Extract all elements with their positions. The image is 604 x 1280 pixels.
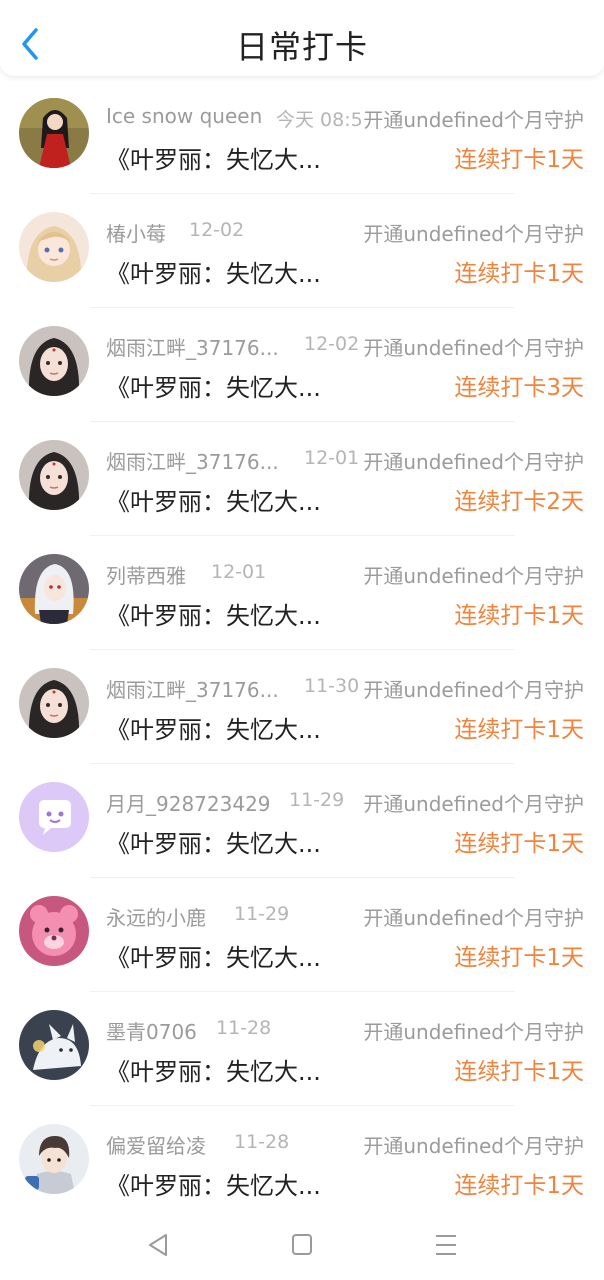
checkin-streak: 连续打卡1天: [454, 945, 584, 971]
nav-menu-button[interactable]: [426, 1226, 466, 1266]
guard-status: 开通undefined个月守护: [361, 446, 584, 475]
user-name[interactable]: 月月_928723429: [106, 788, 271, 817]
checkin-streak: 连续打卡1天: [454, 1173, 584, 1199]
list-item[interactable]: 列蒂西雅 12-01 开通undefined个月守护 《叶罗丽：失忆大... 连…: [0, 536, 604, 650]
guard-status: 开通undefined个月守护: [361, 560, 584, 589]
avatar[interactable]: [19, 212, 89, 282]
avatar[interactable]: [19, 1010, 89, 1080]
list-item[interactable]: Ice snow queen 今天 08:57 开通undefined个月守护 …: [0, 80, 604, 194]
user-name[interactable]: 墨青0706: [106, 1016, 197, 1045]
checkin-date: 11-29: [234, 903, 290, 925]
book-title[interactable]: 《叶罗丽：失忆大...: [106, 1052, 321, 1087]
avatar[interactable]: [19, 896, 89, 966]
header-bar: 日常打卡: [0, 0, 604, 76]
guard-status: 开通undefined个月守护: [361, 104, 584, 133]
checkin-date: 12-01: [211, 561, 267, 583]
list-item[interactable]: 月月_928723429 11-29 开通undefined个月守护 《叶罗丽：…: [0, 764, 604, 878]
user-name[interactable]: 永远的小鹿: [106, 902, 206, 931]
guard-status: 开通undefined个月守护: [361, 674, 584, 703]
user-name[interactable]: Ice snow queen: [106, 104, 262, 128]
checkin-date: 11-28: [216, 1017, 272, 1039]
avatar[interactable]: [19, 440, 89, 510]
avatar[interactable]: [19, 326, 89, 396]
book-title[interactable]: 《叶罗丽：失忆大...: [106, 254, 321, 289]
checkin-date: 12-02: [189, 219, 245, 241]
checkin-streak: 连续打卡1天: [454, 147, 584, 173]
menu-lines-icon: [436, 1235, 456, 1255]
book-title[interactable]: 《叶罗丽：失忆大...: [106, 1166, 321, 1201]
checkin-streak: 连续打卡1天: [454, 831, 584, 857]
nav-back-button[interactable]: [138, 1226, 178, 1266]
checkin-streak: 连续打卡3天: [454, 375, 584, 401]
checkin-list: Ice snow queen 今天 08:57 开通undefined个月守护 …: [0, 80, 604, 1220]
checkin-date: 今天 08:57: [276, 109, 375, 131]
list-item[interactable]: 偏爱留给凌 11-28 开通undefined个月守护 《叶罗丽：失忆大... …: [0, 1106, 604, 1220]
user-name[interactable]: 偏爱留给凌: [106, 1130, 206, 1159]
book-title[interactable]: 《叶罗丽：失忆大...: [106, 368, 321, 403]
checkin-streak: 连续打卡1天: [454, 603, 584, 629]
checkin-streak: 连续打卡1天: [454, 1059, 584, 1085]
checkin-date: 12-01: [304, 447, 360, 469]
guard-status: 开通undefined个月守护: [361, 788, 584, 817]
avatar[interactable]: [19, 98, 89, 168]
checkin-date: 11-30: [304, 675, 360, 697]
list-item[interactable]: 永远的小鹿 11-29 开通undefined个月守护 《叶罗丽：失忆大... …: [0, 878, 604, 992]
book-title[interactable]: 《叶罗丽：失忆大...: [106, 938, 321, 973]
checkin-date: 12-02: [304, 333, 360, 355]
list-item[interactable]: 烟雨江畔_37176... 12-02 开通undefined个月守护 《叶罗丽…: [0, 308, 604, 422]
system-nav-bar: [0, 1210, 604, 1280]
checkin-date: 11-28: [234, 1131, 290, 1153]
page-title: 日常打卡: [235, 28, 368, 66]
checkin-streak: 连续打卡2天: [454, 489, 584, 515]
book-title[interactable]: 《叶罗丽：失忆大...: [106, 824, 321, 859]
book-title[interactable]: 《叶罗丽：失忆大...: [106, 710, 321, 745]
avatar[interactable]: [19, 1124, 89, 1194]
book-title[interactable]: 《叶罗丽：失忆大...: [106, 596, 321, 631]
guard-status: 开通undefined个月守护: [361, 1130, 584, 1159]
checkin-streak: 连续打卡1天: [454, 261, 584, 287]
book-title[interactable]: 《叶罗丽：失忆大...: [106, 140, 321, 175]
list-item[interactable]: 烟雨江畔_37176... 11-30 开通undefined个月守护 《叶罗丽…: [0, 650, 604, 764]
user-name[interactable]: 烟雨江畔_37176...: [106, 674, 279, 703]
avatar[interactable]: [19, 554, 89, 624]
checkin-date: 11-29: [289, 789, 345, 811]
checkin-streak: 连续打卡1天: [454, 717, 584, 743]
guard-status: 开通undefined个月守护: [361, 902, 584, 931]
user-name[interactable]: 列蒂西雅: [106, 560, 186, 589]
nav-home-button[interactable]: [282, 1226, 322, 1266]
user-name[interactable]: 烟雨江畔_37176...: [106, 332, 279, 361]
user-name[interactable]: 烟雨江畔_37176...: [106, 446, 279, 475]
avatar[interactable]: [19, 782, 89, 852]
user-name[interactable]: 椿小莓: [106, 218, 166, 247]
guard-status: 开通undefined个月守护: [361, 218, 584, 247]
avatar[interactable]: [19, 668, 89, 738]
list-item[interactable]: 墨青0706 11-28 开通undefined个月守护 《叶罗丽：失忆大...…: [0, 992, 604, 1106]
list-item[interactable]: 烟雨江畔_37176... 12-01 开通undefined个月守护 《叶罗丽…: [0, 422, 604, 536]
list-item[interactable]: 椿小莓 12-02 开通undefined个月守护 《叶罗丽：失忆大... 连续…: [0, 194, 604, 308]
guard-status: 开通undefined个月守护: [361, 332, 584, 361]
back-triangle-icon: [149, 1234, 167, 1256]
book-title[interactable]: 《叶罗丽：失忆大...: [106, 482, 321, 517]
home-square-icon: [292, 1234, 312, 1255]
guard-status: 开通undefined个月守护: [361, 1016, 584, 1045]
